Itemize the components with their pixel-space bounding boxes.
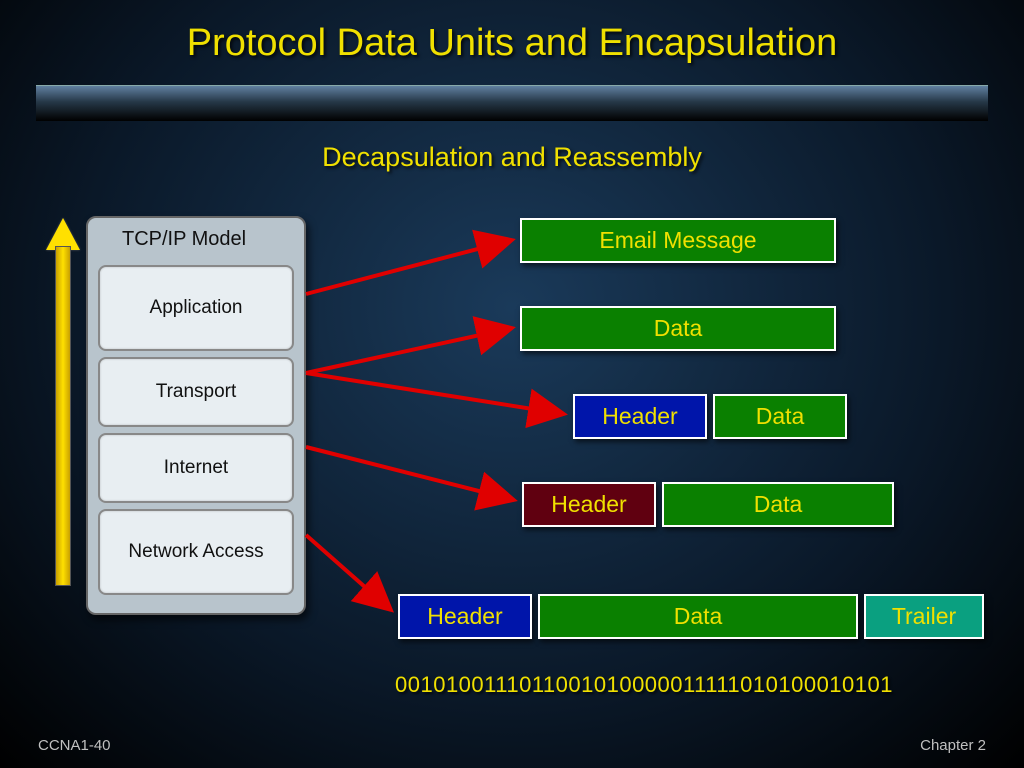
pdu-net-header: Header xyxy=(522,482,656,527)
footer-left: CCNA1-40 xyxy=(38,737,111,754)
pdu-application: Email Message xyxy=(520,218,836,263)
pdu-frame-trailer: Trailer xyxy=(864,594,984,639)
layer-network-access: Network Access xyxy=(98,509,294,595)
pdu-app-data: Email Message xyxy=(520,218,836,263)
pdu-transport-data-only: Data xyxy=(520,306,836,351)
pdu-trans-header: Header xyxy=(573,394,707,439)
title-separator xyxy=(36,85,988,121)
tcpip-model-box: TCP/IP Model Application Transport Inter… xyxy=(86,216,306,615)
pdu-trans-data-only: Data xyxy=(520,306,836,351)
layer-internet: Internet xyxy=(98,433,294,503)
pdu-trans-data: Data xyxy=(713,394,847,439)
slide-title: Protocol Data Units and Encapsulation xyxy=(0,0,1024,65)
pdu-net-data: Data xyxy=(662,482,894,527)
pdu-frame-data: Data xyxy=(538,594,858,639)
pdu-transport-segment: Header Data xyxy=(573,394,847,439)
layer-application: Application xyxy=(98,265,294,351)
model-title: TCP/IP Model xyxy=(98,226,294,259)
decapsulation-arrow-icon xyxy=(48,218,78,588)
pdu-network-frame: Header Data Trailer xyxy=(398,594,984,639)
slide-subtitle: Decapsulation and Reassembly xyxy=(0,142,1024,173)
pdu-internet-packet: Header Data xyxy=(522,482,894,527)
footer-right: Chapter 2 xyxy=(920,737,986,754)
bit-stream: 0010100111011001010000011111010100010101 xyxy=(395,672,893,698)
layer-transport: Transport xyxy=(98,357,294,427)
pdu-frame-header: Header xyxy=(398,594,532,639)
